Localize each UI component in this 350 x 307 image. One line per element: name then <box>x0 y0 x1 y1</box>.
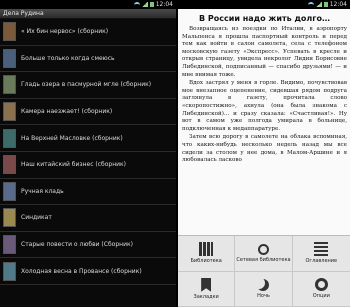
menu-label: Библиотека <box>190 258 222 265</box>
book-cover-thumbnail <box>3 75 16 95</box>
reader-menu: Библиотека Сетевая библиотека Оглавление… <box>178 235 350 307</box>
book-cover-thumbnail <box>3 235 16 255</box>
menu-night-button[interactable]: Ночь <box>235 271 293 307</box>
book-list-item[interactable]: Синдикат <box>0 205 176 232</box>
paragraph: Затем всю дорогу в самолете на облака вс… <box>182 134 347 164</box>
status-bar: 12:04 <box>178 0 350 9</box>
book-list-item[interactable]: Гладь озера в пасмурной мгле (сборник) <box>0 72 176 99</box>
menu-label: Ночь <box>257 292 270 299</box>
battery-icon <box>149 2 154 7</box>
paragraph: Вдох застрял у меня в горле. Видимо, поч… <box>182 80 347 132</box>
book-title: Больше только когда смеюсь <box>21 54 115 62</box>
book-title: Холодная весна в Провансе (сборник) <box>21 267 142 275</box>
status-bar: 12:04 <box>0 0 176 9</box>
menu-label: Опции <box>312 293 330 300</box>
network-search-icon <box>257 243 269 255</box>
library-title: Дела Рудина <box>0 9 176 19</box>
book-cover-thumbnail <box>3 181 16 201</box>
book-title: Камера наезжает! (сборник) <box>21 108 113 116</box>
signal-icon <box>315 2 322 7</box>
menu-contents-button[interactable]: Оглавление <box>292 236 350 272</box>
book-cover-thumbnail <box>3 102 16 122</box>
battery-icon <box>323 2 328 7</box>
reader-screen: 12:04 В России надо жить долго… Возвраща… <box>178 0 350 307</box>
menu-network-library-button[interactable]: Сетевая библиотека <box>235 236 293 272</box>
book-title: На Верхней Масловке (сборник) <box>21 134 123 142</box>
book-cover-thumbnail <box>3 261 16 281</box>
bookmarks-icon <box>201 277 212 292</box>
menu-label: Закладки <box>193 293 219 300</box>
book-title: Гладь озера в пасмурной мгле (сборник) <box>21 81 152 89</box>
chapter-title: В России надо жить долго… <box>199 14 330 23</box>
contents-icon <box>314 242 329 257</box>
book-title: Ручная кладь <box>21 187 64 195</box>
book-cover-thumbnail <box>3 208 16 228</box>
wifi-icon <box>133 2 140 7</box>
book-title: Наш китайский бизнес (сборник) <box>21 161 127 169</box>
status-time: 12:04 <box>329 1 347 8</box>
signal-icon <box>141 2 148 7</box>
status-time: 12:04 <box>155 1 173 8</box>
book-title: « Их бин нервос» (сборник) <box>21 28 109 36</box>
book-list-item[interactable]: Старые повести о любви (Сборник) <box>0 232 176 259</box>
night-mode-icon <box>257 279 269 291</box>
options-icon <box>314 278 328 292</box>
wifi-icon <box>307 2 314 7</box>
book-list-item[interactable]: « Их бин нервос» (сборник) <box>0 19 176 46</box>
book-title: Синдикат <box>21 214 52 222</box>
menu-bookmarks-button[interactable]: Закладки <box>178 271 236 307</box>
menu-library-button[interactable]: Библиотека <box>178 236 236 272</box>
book-list-item[interactable]: Камера наезжает! (сборник) <box>0 99 176 126</box>
menu-options-button[interactable]: Опции <box>292 272 350 307</box>
reader-page[interactable]: В России надо жить долго… Возвращаясь из… <box>178 9 350 165</box>
library-icon <box>199 242 214 257</box>
book-cover-thumbnail <box>3 22 16 42</box>
book-list-item[interactable]: Больше только когда смеюсь <box>0 46 176 73</box>
library-screen: 12:04 Дела Рудина « Их бин нервос» (сбор… <box>0 0 176 307</box>
menu-label: Сетевая библиотека <box>236 256 291 263</box>
book-cover-thumbnail <box>3 155 16 175</box>
book-title: Старые повести о любви (Сборник) <box>21 241 133 249</box>
book-cover-thumbnail <box>3 128 16 148</box>
paragraph: Возвращаясь из поездки по Италии, в аэро… <box>182 26 347 78</box>
menu-label: Оглавление <box>305 258 338 265</box>
book-cover-thumbnail <box>3 48 16 68</box>
book-list-item[interactable]: Холодная весна в Провансе (сборник) <box>0 258 176 285</box>
book-list-item[interactable]: Наш китайский бизнес (сборник) <box>0 152 176 179</box>
book-list: « Их бин нервос» (сборник) Больше только … <box>0 19 176 285</box>
book-list-item[interactable]: На Верхней Масловке (сборник) <box>0 125 176 152</box>
book-list-item[interactable]: Ручная кладь <box>0 179 176 206</box>
